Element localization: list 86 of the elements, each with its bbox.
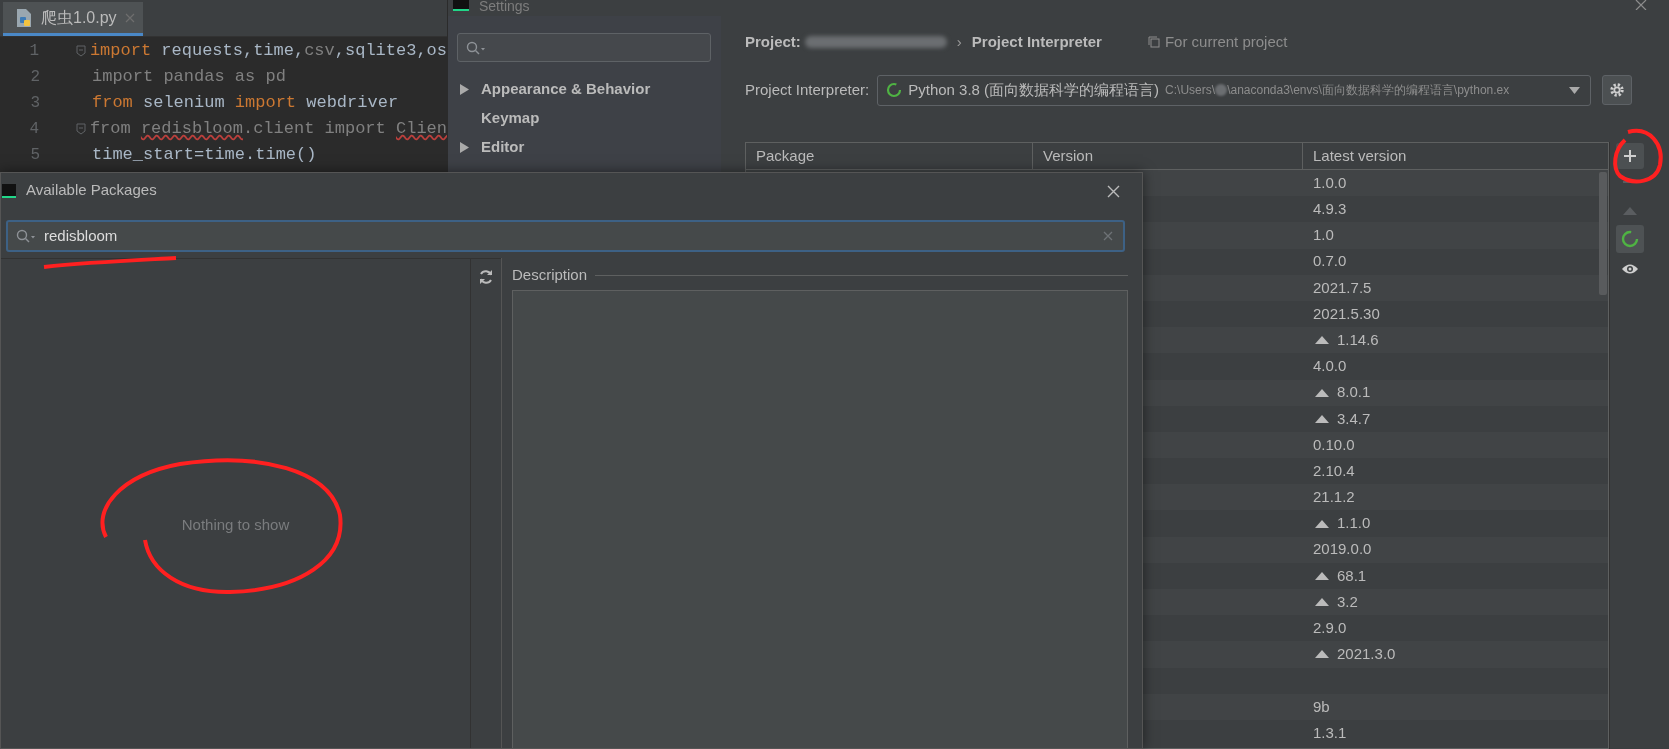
upgrade-arrow-icon — [1315, 519, 1329, 528]
upgrade-arrow-icon — [1315, 388, 1329, 397]
table-cell-text: 9b — [1313, 696, 1330, 717]
code-line: import pandas as pd — [92, 66, 286, 89]
search-field[interactable]: redisbloom — [6, 220, 1125, 252]
upgrade-arrow-icon — [1315, 414, 1329, 423]
column-header[interactable]: Version — [1033, 143, 1303, 169]
copy-icon — [1147, 36, 1160, 48]
window-title: Settings — [479, 0, 530, 12]
code-line: time_start=time.time() — [92, 144, 317, 167]
settings-button[interactable] — [1602, 75, 1633, 105]
table-cell-text: 2.10.4 — [1313, 460, 1355, 481]
breadcrumb-project-label: Project: — [745, 31, 801, 52]
upgrade-arrow-icon — [1315, 650, 1329, 659]
close-icon[interactable] — [1107, 185, 1120, 198]
refresh-icon[interactable] — [478, 269, 494, 285]
line-number: 2 — [29, 67, 40, 88]
dialog-title: Available Packages — [26, 180, 157, 201]
expand-arrow-icon[interactable] — [460, 142, 469, 153]
dropdown-arrow-icon — [1569, 86, 1581, 94]
line-number: 4 — [28, 119, 40, 140]
table-cell-text: 2019.0.0 — [1313, 539, 1372, 560]
plus-icon — [1623, 150, 1636, 162]
table-cell-text: 1.0 — [1313, 225, 1334, 246]
scrollbar-thumb[interactable] — [1599, 172, 1607, 295]
loading-button[interactable] — [1615, 225, 1644, 253]
interpreter-label: Project Interpreter: — [745, 79, 870, 100]
column-header[interactable]: Latest version — [1303, 143, 1608, 169]
table-cell-text: 1.0.0 — [1313, 172, 1347, 193]
clear-icon[interactable] — [1103, 231, 1113, 241]
code-line: import requests,time,csv,sqlite3,os — [89, 40, 447, 63]
line-number: 1 — [28, 41, 40, 62]
interpreter-name: Python 3.8 (面向数据科学的编程语言) — [908, 79, 1160, 100]
interpreter-path: C:\Users\ — [1165, 82, 1216, 99]
close-icon[interactable] — [1635, 0, 1647, 10]
table-cell: 3.2 — [1313, 590, 1358, 614]
settings-icon — [1609, 82, 1626, 98]
redaction-blur — [1215, 84, 1228, 96]
sidebar-item[interactable]: Editor — [481, 136, 525, 159]
sidebar-item[interactable]: Appearance & Behavior — [481, 78, 651, 101]
column-header[interactable]: Package — [746, 143, 1033, 169]
line-number: 3 — [29, 93, 40, 114]
table-cell-text: 1.3.1 — [1313, 722, 1347, 743]
scope-label: For current project — [1164, 31, 1288, 52]
breadcrumb-separator: › — [956, 31, 962, 52]
table-cell: 1.1.0 — [1313, 512, 1371, 535]
upgrade-arrow-icon — [1315, 571, 1329, 580]
table-cell-text: 21.1.2 — [1313, 487, 1355, 508]
table-cell-text: 0.10.0 — [1313, 434, 1355, 455]
table-cell: 8.0.1 — [1313, 381, 1371, 404]
table-cell-text: 0.7.0 — [1313, 251, 1347, 272]
interpreter-dropdown[interactable]: Python 3.8 (面向数据科学的编程语言) C:\Users\ \anaconda3\envs\面向数据科学的编程语言\python.ex — [877, 74, 1592, 106]
table-cell-text: 2021.5.30 — [1313, 303, 1380, 324]
table-cell-text: 4.9.3 — [1313, 199, 1347, 220]
python-file-icon — [15, 7, 33, 28]
expand-arrow-icon[interactable] — [460, 84, 469, 95]
section-title: Description — [512, 264, 588, 285]
app-logo-icon — [453, 0, 469, 11]
table-cell: 68.1 — [1313, 564, 1367, 588]
upgrade-arrow-icon — [1315, 598, 1329, 607]
loading-spinner-icon — [1620, 230, 1639, 248]
search-input[interactable]: redisbloom — [44, 224, 344, 248]
code-line: from selenium import webdriver — [92, 92, 399, 115]
interpreter-path: \anaconda3\envs\面向数据科学的编程语言\python.ex — [1227, 82, 1510, 99]
empty-list-message: Nothing to show — [181, 515, 290, 536]
table-cell-text: 2.9.0 — [1313, 618, 1347, 639]
fold-marker-icon[interactable] — [75, 123, 86, 135]
table-cell-text: 2021.7.5 — [1313, 277, 1372, 298]
eye-icon[interactable] — [1620, 263, 1639, 275]
table-cell-text: 4.0.0 — [1313, 356, 1347, 377]
tab-title: 爬虫1.0.py — [41, 7, 117, 28]
code-line: from redisbloom.client import Clien — [89, 118, 447, 141]
app-logo-icon — [2, 183, 16, 198]
upgrade-arrow-icon — [1315, 336, 1329, 345]
search-field[interactable] — [457, 33, 711, 62]
table-cell: 2021.3.0 — [1313, 643, 1396, 666]
table-cell: 1.14.6 — [1313, 328, 1379, 352]
breadcrumb-page: Project Interpreter — [971, 31, 1102, 52]
search-icon — [16, 229, 36, 243]
fold-marker-icon[interactable] — [75, 45, 86, 57]
sidebar-item[interactable]: Keymap — [481, 107, 540, 130]
search-icon — [466, 40, 486, 55]
table-cell: 3.4.7 — [1313, 407, 1371, 431]
loading-spinner-icon — [886, 82, 903, 98]
editor-tab[interactable]: 爬虫1.0.py — [3, 2, 143, 36]
line-number: 5 — [29, 145, 40, 166]
